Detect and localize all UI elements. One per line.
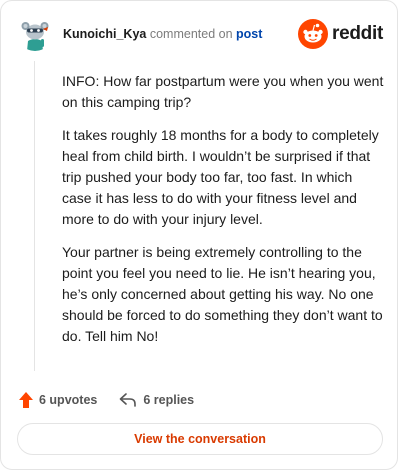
- comment-meta: Kunoichi_Kya commented on post: [63, 27, 262, 41]
- username-link[interactable]: Kunoichi_Kya: [63, 27, 146, 41]
- brand-wordmark: reddit: [332, 23, 383, 44]
- view-conversation-button[interactable]: View the conversation: [17, 423, 383, 455]
- comment-paragraph: INFO: How far postpartum were you when y…: [62, 73, 384, 110]
- reddit-snoo-icon: [298, 19, 329, 49]
- avatar[interactable]: [17, 15, 53, 51]
- thread-line: [34, 61, 35, 371]
- upvote-button[interactable]: 6 upvotes: [19, 392, 97, 408]
- upvote-count: 6 upvotes: [39, 393, 98, 407]
- action-text: commented on: [149, 27, 233, 41]
- post-link[interactable]: post: [236, 27, 262, 41]
- replies-button[interactable]: 6 replies: [119, 393, 194, 407]
- reply-arrow-icon: [120, 393, 137, 407]
- comment-paragraph: It takes roughly 18 months for a body to…: [62, 127, 379, 227]
- comment-paragraph: Your partner is being extremely controll…: [62, 244, 383, 344]
- comment-body: INFO: How far postpartum were you when y…: [62, 71, 384, 359]
- comment-actions: 6 upvotes 6 replies: [19, 389, 216, 411]
- comment-card: Kunoichi_Kya commented on post reddit IN…: [0, 0, 398, 470]
- snoo-avatar-icon: [17, 15, 53, 51]
- upvote-arrow-icon: [19, 392, 33, 408]
- comment-header: Kunoichi_Kya commented on post reddit: [17, 15, 383, 55]
- reply-count: 6 replies: [143, 393, 195, 407]
- reddit-logo[interactable]: reddit: [298, 19, 383, 49]
